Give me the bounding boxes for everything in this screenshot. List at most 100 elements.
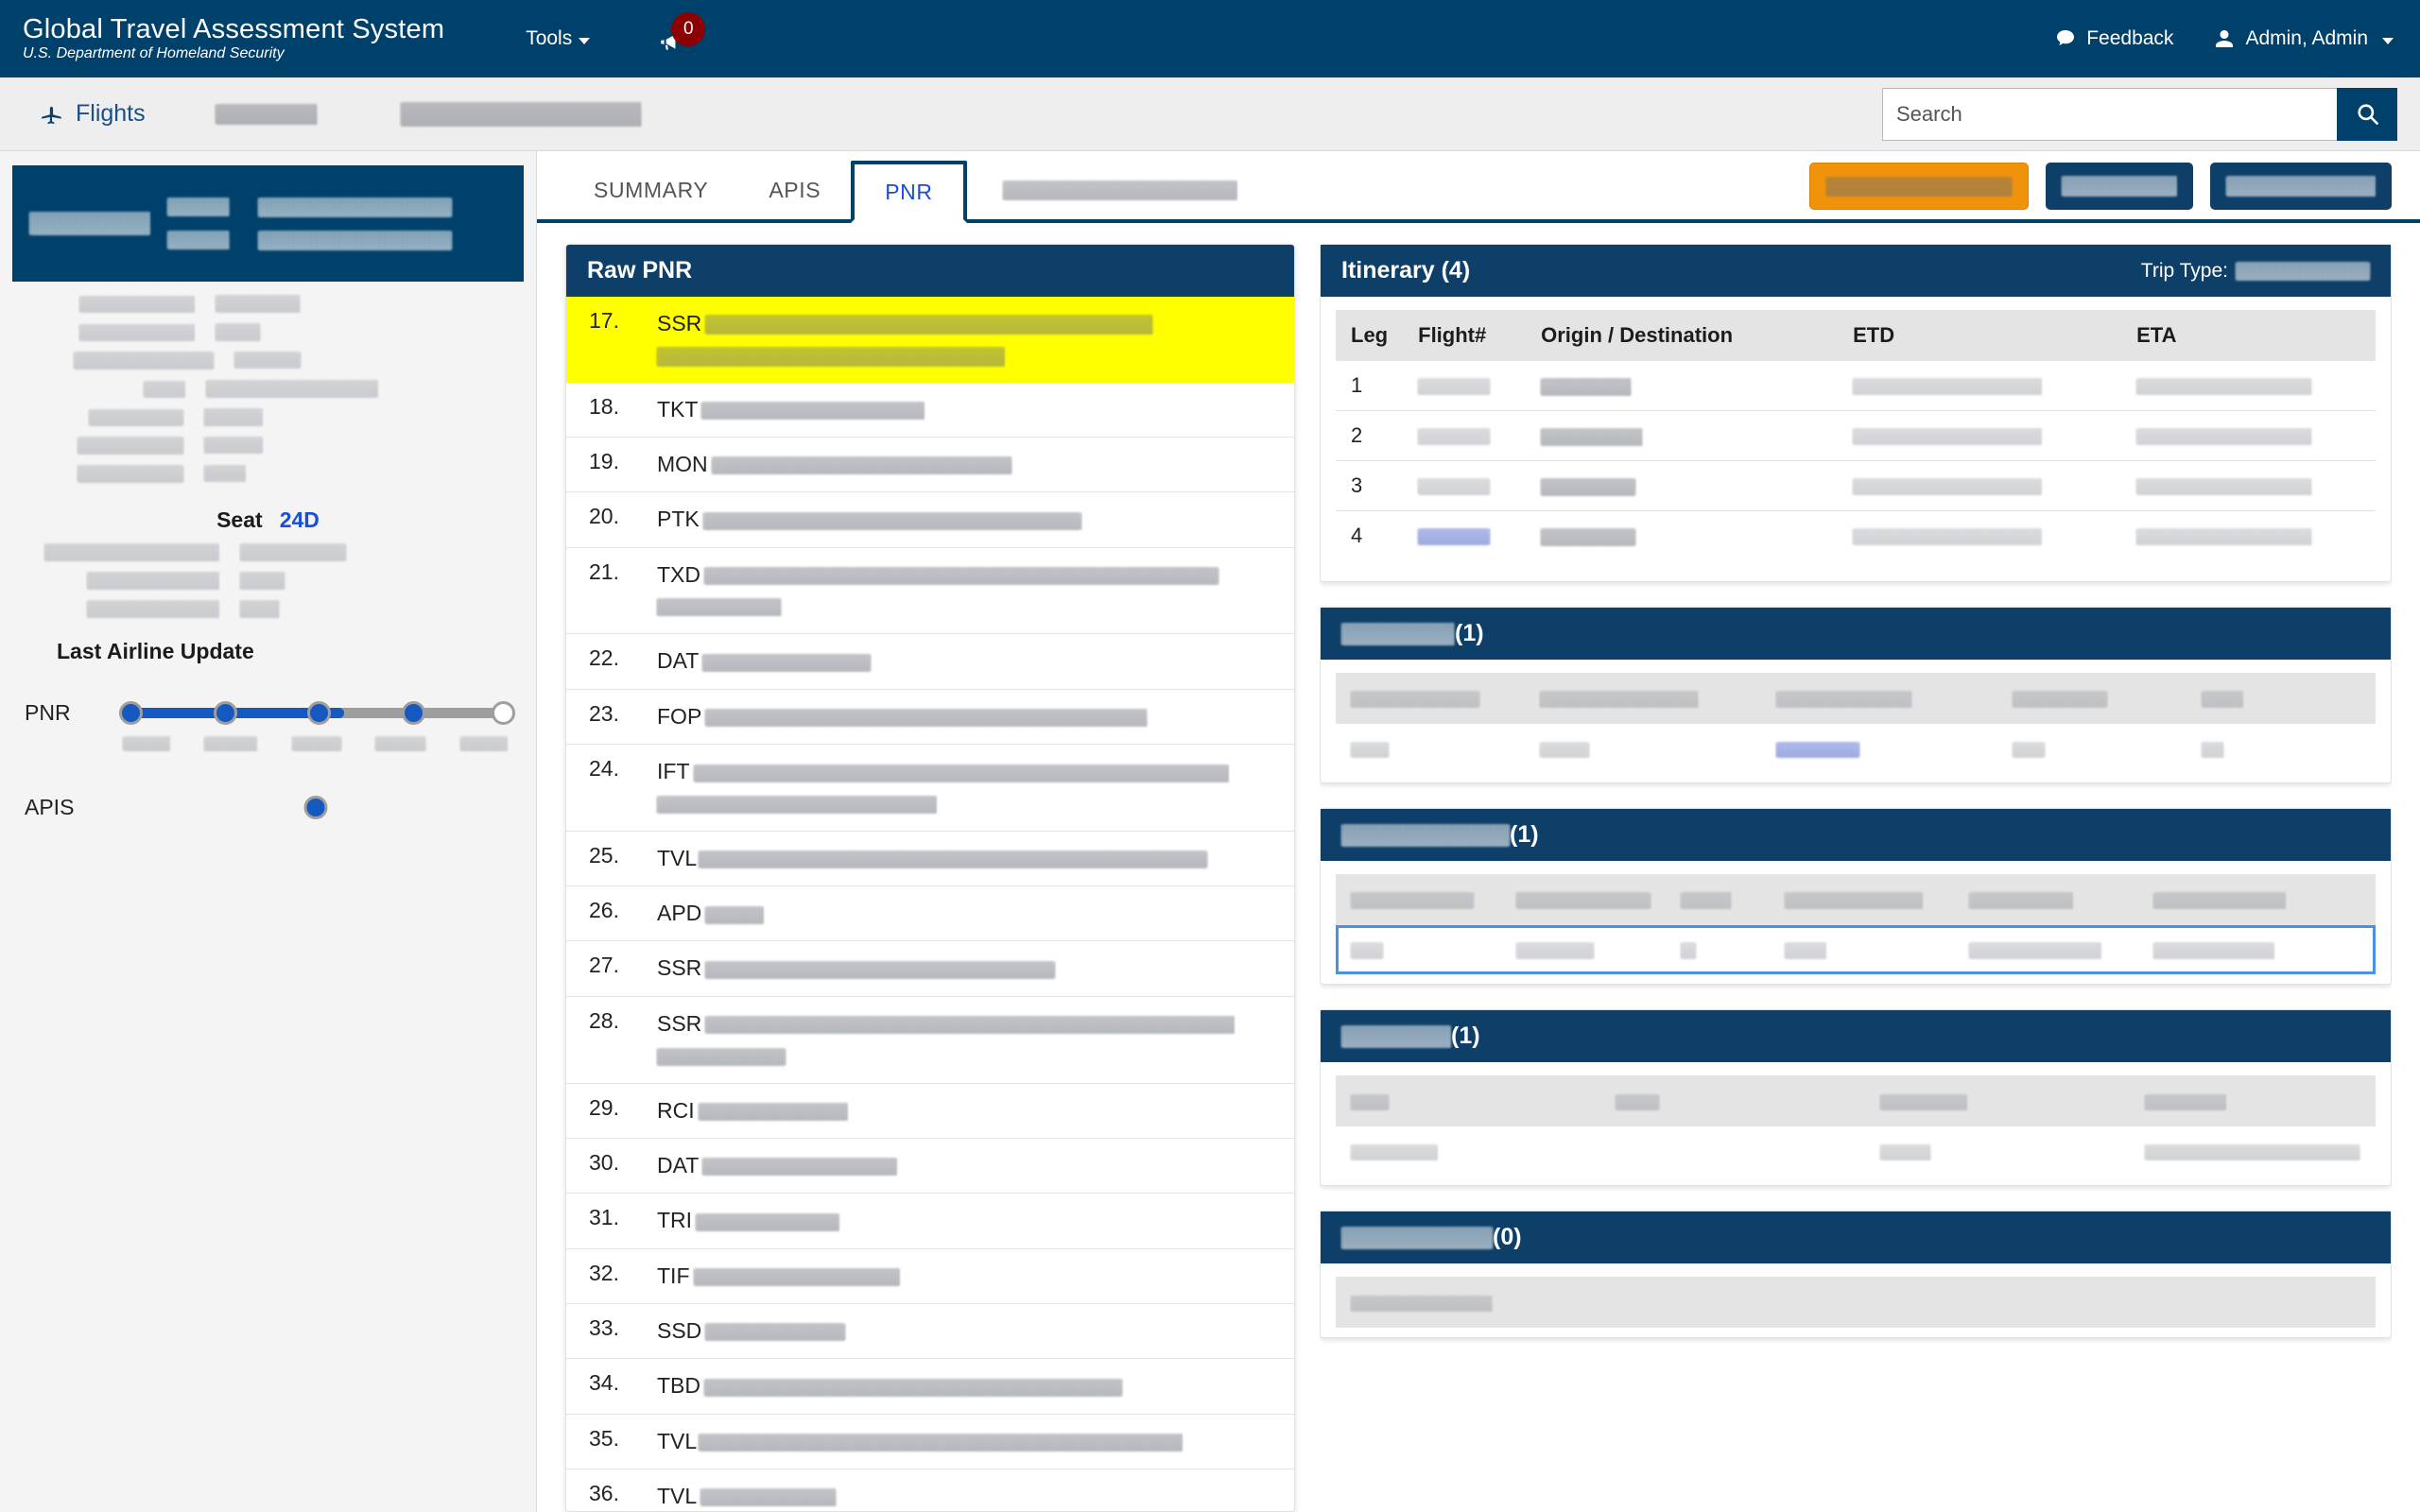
tab-summary[interactable]: SUMMARY	[563, 161, 738, 219]
cell-3-link-redacted	[1776, 741, 1859, 758]
seat-detail-list	[0, 543, 536, 618]
tab-extra[interactable]	[967, 161, 1268, 219]
raw-pnr-line[interactable]: 20. PTK	[566, 492, 1294, 548]
breadcrumb-item-2[interactable]	[400, 101, 642, 127]
cell-3[interactable]	[1761, 724, 1997, 773]
search-button[interactable]	[2337, 87, 2397, 141]
panel-three: (1)	[1320, 808, 2392, 985]
raw-pnr-line[interactable]: 28. SSR	[566, 997, 1294, 1084]
apis-timeline-dot[interactable]	[303, 796, 327, 819]
raw-pnr-line[interactable]: 36. TVL	[566, 1469, 1294, 1511]
tab-pnr[interactable]: PNR	[851, 161, 967, 223]
primary-action-button[interactable]	[1809, 163, 2029, 210]
cell-flight[interactable]	[1403, 511, 1526, 561]
raw-pnr-line[interactable]: 22. DAT	[566, 634, 1294, 690]
col-2-redacted	[1516, 892, 1651, 910]
itinerary-table: Leg Flight# Origin / Destination ETD ETA…	[1336, 310, 2376, 560]
cell-3	[1865, 1126, 2130, 1176]
raw-pnr-line-code: APD	[657, 901, 702, 926]
col-6	[2138, 874, 2376, 925]
search-box[interactable]	[1882, 87, 2397, 141]
raw-pnr-line[interactable]: 25. TVL	[566, 832, 1294, 887]
raw-pnr-line[interactable]: 34. TBD	[566, 1359, 1294, 1415]
raw-pnr-panel: Raw PNR 17. SSR 18. TKT 19. MON 20. PTK …	[565, 244, 1295, 1512]
raw-pnr-line[interactable]: 21. TXD	[566, 548, 1294, 635]
cell-2	[1600, 1126, 1865, 1176]
feedback-link[interactable]: Feedback	[2054, 27, 2173, 50]
table-row[interactable]	[1336, 1126, 2376, 1176]
breadcrumb-item-1[interactable]	[215, 103, 318, 125]
passenger-detail-row	[25, 380, 511, 398]
table-row[interactable]	[1336, 724, 2376, 773]
raw-pnr-line[interactable]: 30. DAT	[566, 1139, 1294, 1194]
raw-pnr-line-code: IFT	[657, 759, 690, 784]
cell-flight[interactable]	[1403, 361, 1527, 411]
col-2	[1525, 673, 1761, 724]
notifications-button[interactable]: 0	[656, 12, 706, 63]
search-icon	[2355, 101, 2380, 127]
timeline-dot-5[interactable]	[492, 701, 516, 725]
user-menu[interactable]: Admin, Admin	[2213, 27, 2394, 50]
cell-1-redacted	[1351, 741, 1389, 758]
raw-pnr-list[interactable]: 17. SSR 18. TKT 19. MON 20. PTK 21. TXD …	[566, 297, 1294, 1511]
cell-4	[1770, 925, 1954, 974]
table-row[interactable]: 4	[1336, 511, 2376, 561]
detail-label	[44, 543, 219, 561]
apis-timeline-track[interactable]	[119, 793, 511, 821]
addresses-body	[1321, 1062, 2391, 1185]
seat-value[interactable]: 24D	[280, 507, 320, 533]
cell-3	[1666, 925, 1770, 974]
cell-leg: 3	[1336, 460, 1404, 511]
table-row[interactable]: 1	[1336, 361, 2376, 411]
col-eta: ETA	[2121, 310, 2376, 361]
cell-flight[interactable]	[1403, 460, 1527, 511]
raw-pnr-line[interactable]: 24. IFT	[566, 745, 1294, 832]
raw-pnr-line[interactable]: 29. RCI	[566, 1084, 1294, 1139]
tertiary-action-button[interactable]	[2210, 163, 2392, 210]
raw-pnr-line-number: 31.	[589, 1205, 619, 1230]
pnr-timeline-track[interactable]	[119, 696, 516, 729]
raw-pnr-line[interactable]: 35. TVL	[566, 1415, 1294, 1469]
cell-flight-redacted	[1418, 378, 1491, 396]
raw-pnr-line[interactable]: 26. APD	[566, 886, 1294, 942]
raw-pnr-line[interactable]: 19. MON	[566, 438, 1294, 493]
col-leg: Leg	[1336, 310, 1404, 361]
timeline-dot-2[interactable]	[213, 701, 237, 725]
trip-type-label: Trip Type:	[2140, 259, 2228, 282]
cell-eta-redacted	[2136, 478, 2313, 496]
timeline-tick-label	[204, 736, 258, 751]
tools-menu[interactable]: Tools	[526, 27, 591, 50]
tab-apis[interactable]: APIS	[738, 161, 851, 219]
timeline-dot-1[interactable]	[119, 701, 143, 725]
col-2-redacted	[1616, 1093, 1659, 1110]
raw-pnr-line[interactable]: 32. TIF	[566, 1249, 1294, 1304]
cell-flight[interactable]	[1403, 410, 1527, 461]
table-row[interactable]	[1336, 925, 2376, 974]
raw-pnr-line[interactable]: 18. TKT	[566, 383, 1294, 438]
secondary-action-button[interactable]	[2046, 163, 2193, 210]
raw-pnr-line[interactable]: 33. SSD	[566, 1304, 1294, 1360]
raw-pnr-line-code: DAT	[657, 648, 700, 674]
raw-pnr-line-number: 17.	[589, 308, 619, 333]
search-input[interactable]	[1882, 87, 2337, 141]
timeline-dot-3[interactable]	[307, 701, 332, 725]
table-row[interactable]: 3	[1336, 460, 2376, 511]
seat-detail-row	[25, 543, 511, 561]
raw-pnr-line-content	[702, 511, 1081, 530]
col-3-redacted	[1880, 1093, 1967, 1110]
user-menu-label: Admin, Admin	[2245, 27, 2368, 49]
panel-two: (1)	[1320, 607, 2392, 783]
col-flight: Flight#	[1403, 310, 1527, 361]
table-row[interactable]: 2	[1336, 410, 2376, 461]
cell-etd	[1838, 460, 2122, 511]
raw-pnr-line[interactable]: 23. FOP	[566, 690, 1294, 746]
user-icon	[2213, 27, 2236, 50]
raw-pnr-line[interactable]: 31. TRI	[566, 1194, 1294, 1249]
timeline-dot-4[interactable]	[401, 701, 425, 725]
addresses-table	[1336, 1075, 2376, 1176]
raw-pnr-line-code: TXD	[657, 561, 700, 587]
apis-timeline-label: APIS	[25, 794, 75, 819]
raw-pnr-line[interactable]: 27. SSR	[566, 941, 1294, 997]
flights-nav-link[interactable]: Flights	[40, 100, 146, 128]
raw-pnr-line[interactable]: 17. SSR	[566, 297, 1294, 383]
